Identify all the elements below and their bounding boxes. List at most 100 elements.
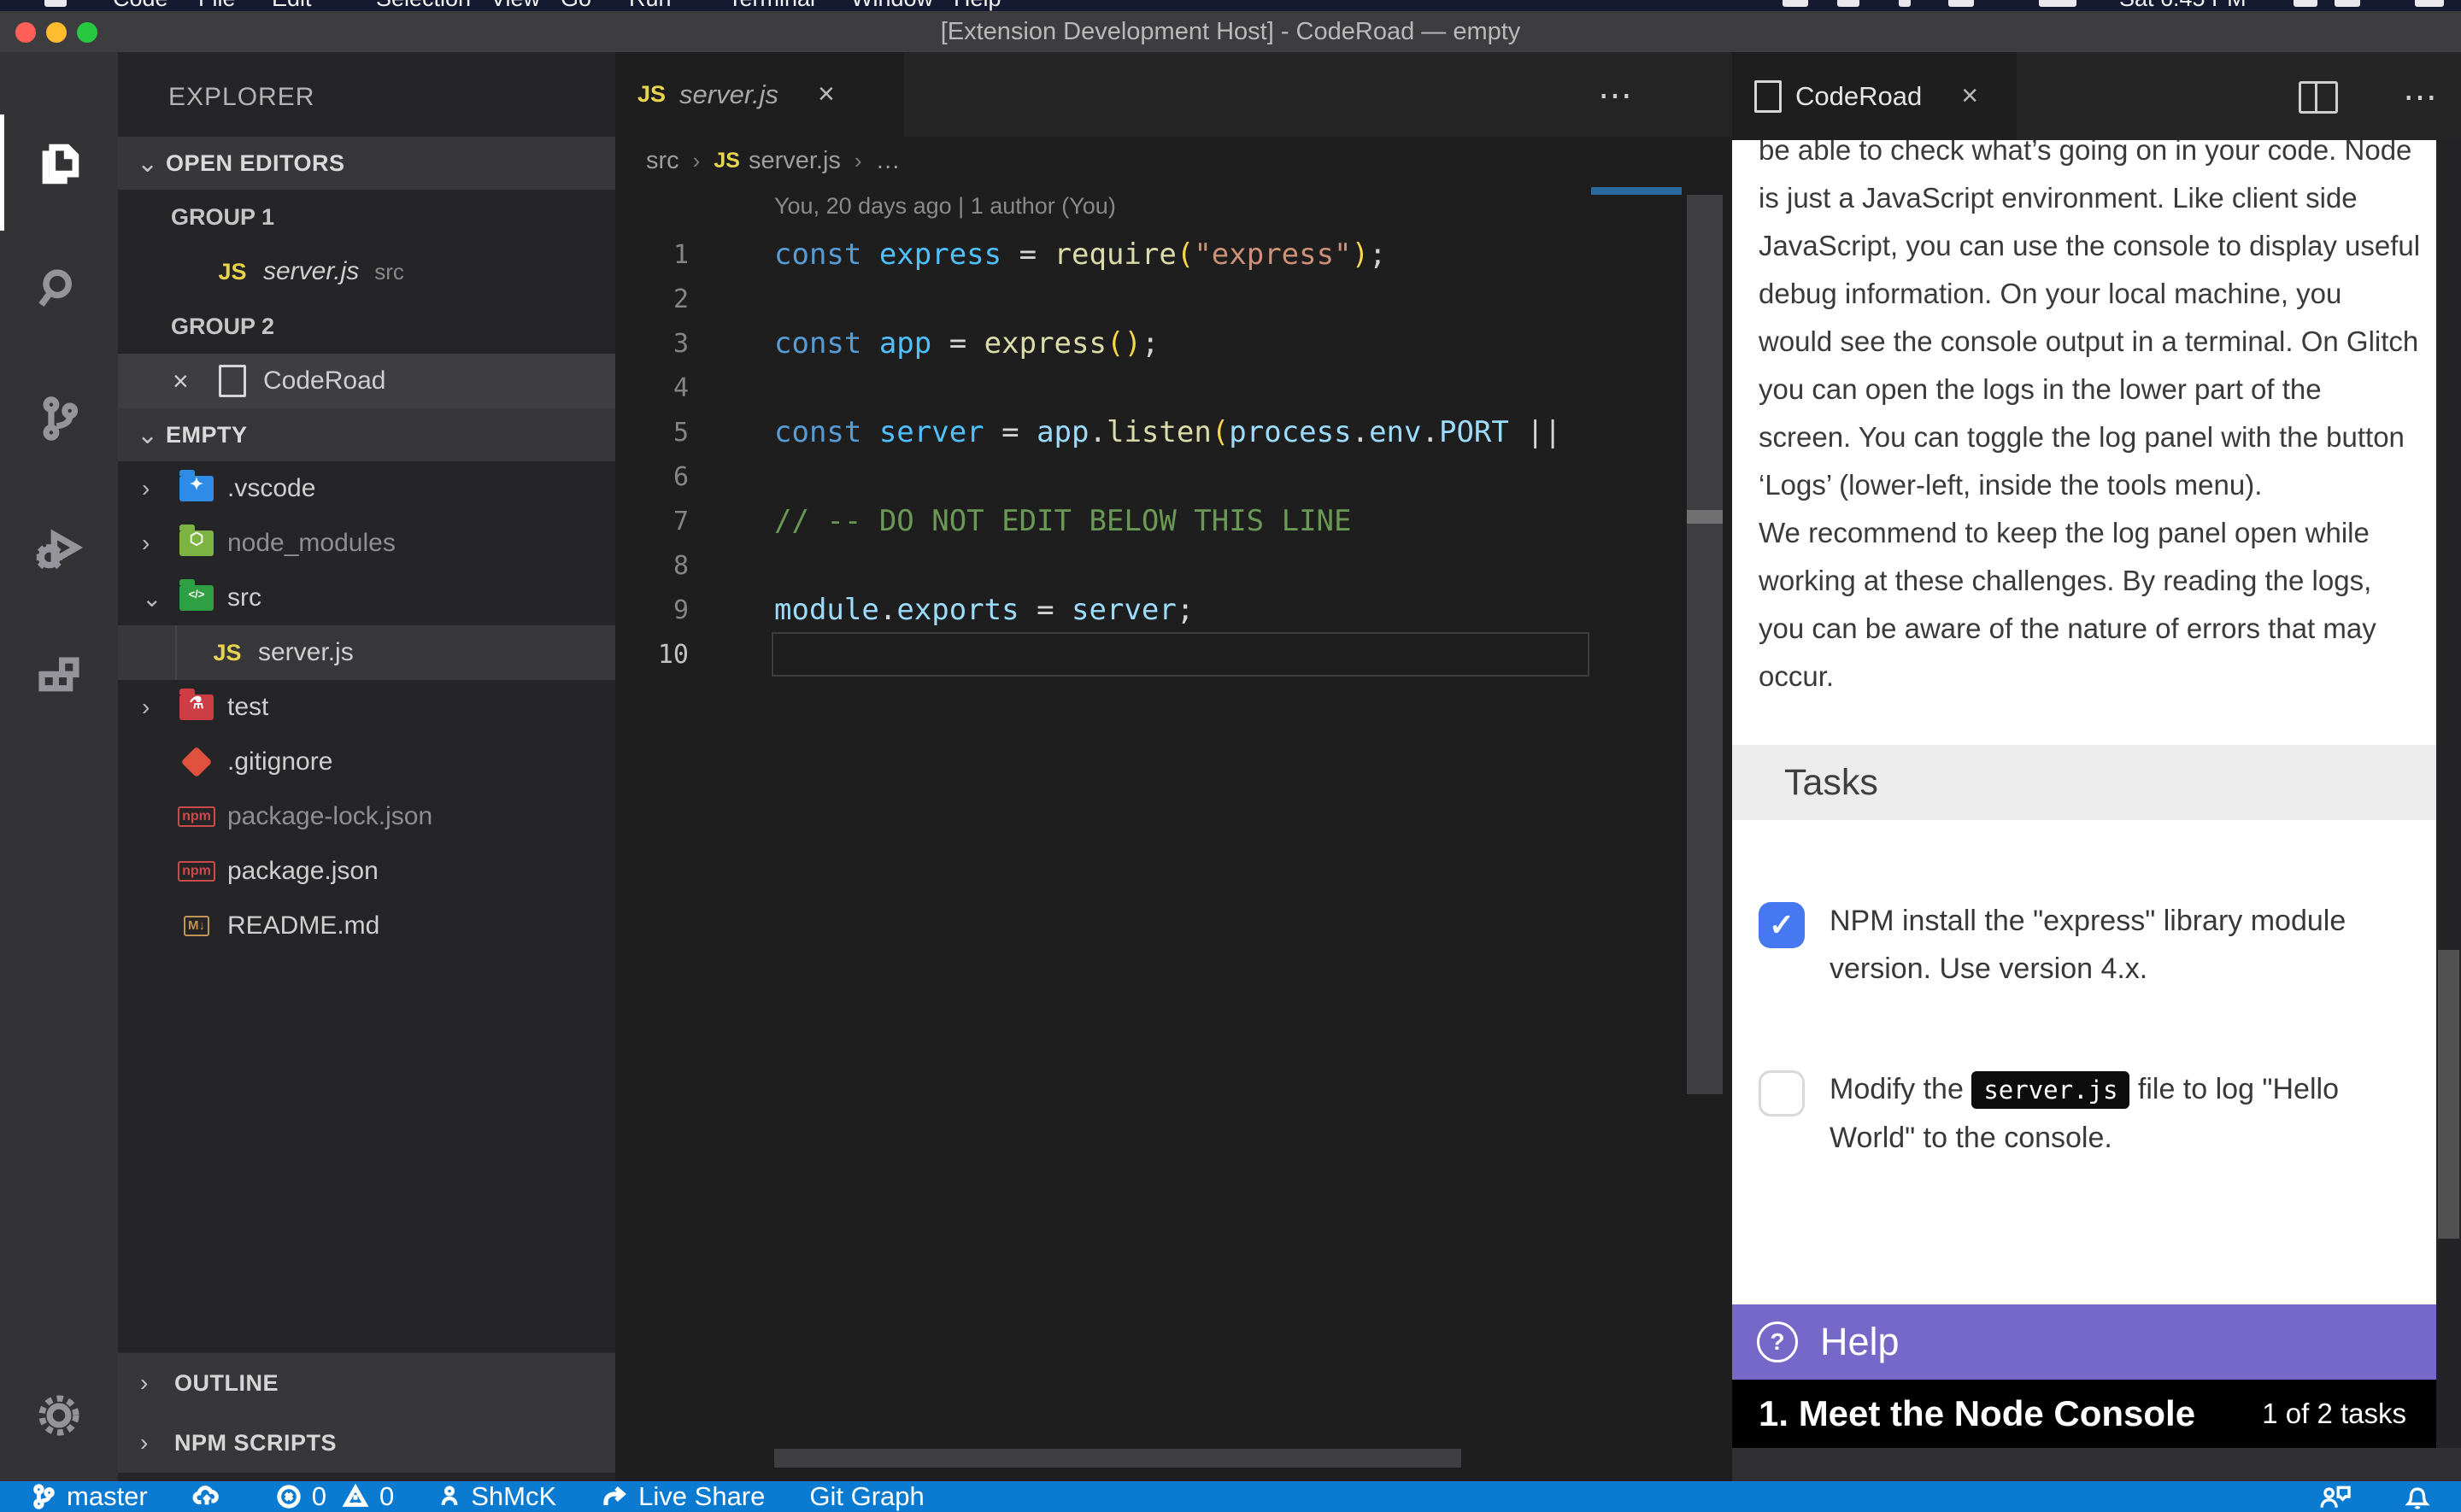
- activity-files-icon[interactable]: [0, 113, 118, 215]
- live-share-button[interactable]: Live Share: [601, 1481, 765, 1512]
- problems-indicator[interactable]: 0 0: [276, 1481, 395, 1512]
- close-tab-icon[interactable]: ×: [818, 78, 835, 111]
- menu-extra-icon: [1948, 0, 1974, 7]
- npm-icon: npm: [178, 800, 215, 833]
- npm-icon: npm: [178, 855, 215, 888]
- menu-item-window[interactable]: Window: [851, 0, 933, 11]
- git-graph-button[interactable]: Git Graph: [809, 1481, 924, 1512]
- code-line-4[interactable]: 4: [615, 366, 1732, 410]
- account-indicator[interactable]: ShMcK: [438, 1481, 556, 1512]
- line-number: 1: [615, 240, 689, 270]
- coderoad-tab-bar: CodeRoad × ⋯: [1732, 52, 2461, 140]
- code-text: module.exports = server;: [774, 593, 1588, 627]
- tree-item--vscode[interactable]: ›✦.vscode: [118, 461, 615, 516]
- coderoad-more-actions-icon[interactable]: ⋯: [2403, 78, 2442, 117]
- close-icon[interactable]: ×: [173, 366, 189, 397]
- code-text: const server = app.listen(process.env.PO…: [774, 415, 1588, 449]
- tree-item-server-js[interactable]: JSserver.js: [118, 625, 615, 680]
- menu-item-run[interactable]: Run: [629, 0, 672, 11]
- section-empty[interactable]: ⌄EMPTY: [118, 408, 615, 461]
- activity-source-control-icon[interactable]: [0, 367, 118, 470]
- menu-item-file[interactable]: File: [198, 0, 236, 11]
- code-line-2[interactable]: 2: [615, 277, 1732, 321]
- menu-item-edit[interactable]: Edit: [272, 0, 312, 11]
- tree-item--gitignore[interactable]: .gitignore: [118, 735, 615, 789]
- editor-more-actions-icon[interactable]: ⋯: [1598, 76, 1637, 115]
- item-label: package.json: [227, 857, 379, 886]
- lesson-text-line: working at these challenges. By reading …: [1759, 557, 2436, 605]
- activity-settings-gear-icon[interactable]: [0, 1364, 118, 1467]
- breadcrumb-item[interactable]: src: [646, 147, 679, 175]
- code-line-6[interactable]: 6: [615, 454, 1732, 499]
- menu-item-go[interactable]: Go: [561, 0, 591, 11]
- tab-server-js[interactable]: JS server.js ×: [615, 52, 904, 137]
- menu-extra-icon: [2335, 0, 2360, 7]
- editor-vertical-scrollbar[interactable]: [1687, 195, 1723, 1094]
- tree-item-test[interactable]: ›⚗test: [118, 680, 615, 735]
- js-file-icon: JS: [714, 149, 740, 173]
- code-line-1[interactable]: 1const express = require("express");: [615, 232, 1732, 277]
- code-line-5[interactable]: 5const server = app.listen(process.env.P…: [615, 410, 1732, 454]
- chevron-down-icon: ⌄: [137, 149, 166, 179]
- menu-item-code[interactable]: Code: [113, 0, 168, 11]
- git-icon: [178, 746, 215, 778]
- feedback-button[interactable]: [2317, 1482, 2352, 1511]
- tree-item-package-json[interactable]: npm package.json: [118, 844, 615, 899]
- codelens-annotation[interactable]: You, 20 days ago | 1 author (You): [774, 193, 1116, 220]
- open-editor-item-server-js[interactable]: JSserver.jssrc: [118, 244, 615, 299]
- code-line-10[interactable]: 10: [615, 632, 1732, 677]
- tree-item-node_modules[interactable]: ›⬡node_modules: [118, 516, 615, 571]
- section-outline[interactable]: ›OUTLINE: [118, 1353, 615, 1413]
- code-editor[interactable]: You, 20 days ago | 1 author (You) 1const…: [615, 185, 1732, 1481]
- code-line-7[interactable]: 7// -- DO NOT EDIT BELOW THIS LINE: [615, 499, 1732, 543]
- tree-item-package-lock-json[interactable]: npmpackage-lock.json: [118, 789, 615, 844]
- tree-item-src[interactable]: ⌄</>src: [118, 571, 615, 625]
- code-line-8[interactable]: 8: [615, 543, 1732, 588]
- task-checkbox[interactable]: [1759, 1070, 1805, 1116]
- help-button[interactable]: ? Help: [1732, 1304, 2436, 1380]
- item-detail: src: [374, 259, 404, 285]
- task-checkbox[interactable]: ✓: [1759, 902, 1805, 948]
- section-npm-scripts[interactable]: ›NPM SCRIPTS: [118, 1413, 615, 1473]
- git-branch-indicator[interactable]: master: [31, 1481, 148, 1512]
- notifications-button[interactable]: [2403, 1482, 2432, 1511]
- lesson-text-line: is just a JavaScript environment. Like c…: [1759, 174, 2436, 222]
- activity-extensions-icon[interactable]: [0, 626, 118, 729]
- open-editor-item-coderoad[interactable]: ×CodeRoad: [118, 354, 615, 408]
- section-open-editors[interactable]: ⌄OPEN EDITORS: [118, 137, 615, 190]
- code-line-3[interactable]: 3const app = express();: [615, 321, 1732, 366]
- macos-menu-bar[interactable]: Code File Edit Selection View Go Run Terminal Wi…: [0, 0, 2461, 11]
- line-number: 6: [615, 462, 689, 492]
- activity-run-debug-icon[interactable]: [0, 496, 118, 599]
- lesson-text-line: ‘Logs’ (lower-left, inside the tools men…: [1759, 461, 2436, 509]
- tab-coderoad[interactable]: CodeRoad ×: [1732, 52, 2017, 140]
- breadcrumb-item[interactable]: server.js: [749, 147, 841, 175]
- webview-scrollbar[interactable]: [2436, 140, 2461, 1448]
- window-title-bar[interactable]: [Extension Development Host] - CodeRoad …: [0, 11, 2461, 53]
- code-text: const app = express();: [774, 326, 1588, 360]
- activity-search-icon[interactable]: [0, 237, 118, 340]
- status-bar: master 0 0 ShMcK Live Share Git Graph: [0, 1481, 2461, 1512]
- sync-button[interactable]: [192, 1484, 232, 1509]
- breadcrumb-item[interactable]: …: [876, 147, 901, 175]
- editor-horizontal-scrollbar[interactable]: [774, 1449, 1461, 1468]
- tree-item-readme-md[interactable]: M↓README.md: [118, 899, 615, 953]
- menu-clock: Sat 6:45 PM: [2119, 0, 2247, 11]
- item-label: .vscode: [227, 474, 315, 503]
- code-line-9[interactable]: 9module.exports = server;: [615, 588, 1732, 632]
- lesson-footer[interactable]: 1. Meet the Node Console 1 of 2 tasks: [1732, 1380, 2436, 1448]
- src-folder-icon: </>: [178, 582, 215, 614]
- menu-extra-icon: [2039, 0, 2076, 7]
- menu-item-help[interactable]: Help: [954, 0, 1001, 11]
- menu-item-view[interactable]: View: [490, 0, 540, 11]
- sidebar-title: EXPLORER: [168, 83, 314, 112]
- split-editor-icon[interactable]: [2299, 81, 2338, 114]
- lesson-text-line: occur.: [1759, 653, 2436, 700]
- lesson-text-line: We recommend to keep the log panel open …: [1759, 509, 2436, 557]
- menu-item-selection[interactable]: Selection: [376, 0, 471, 11]
- minimap[interactable]: [1591, 185, 1682, 195]
- menu-item-terminal[interactable]: Terminal: [728, 0, 815, 11]
- breadcrumb[interactable]: src›JSserver.js›…: [646, 137, 901, 185]
- lesson-text-line: you can be aware of the nature of errors…: [1759, 605, 2436, 653]
- close-tab-icon[interactable]: ×: [1961, 79, 1978, 113]
